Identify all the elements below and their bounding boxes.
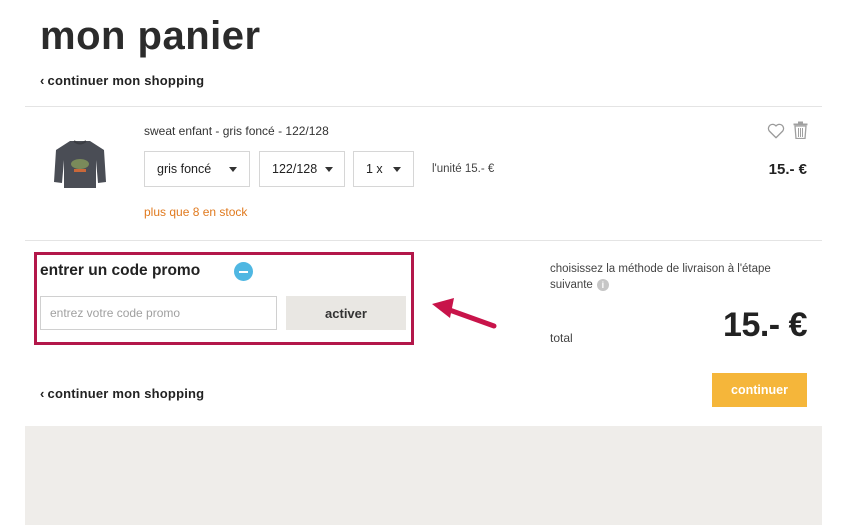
caret-down-icon: [325, 166, 334, 172]
heart-icon[interactable]: [767, 122, 785, 140]
continue-shopping-label: continuer mon shopping: [47, 386, 205, 401]
total-amount: 15.- €: [723, 306, 807, 344]
divider: [25, 106, 822, 107]
promo-code-input[interactable]: [40, 296, 277, 330]
delivery-note-text: choisissez la méthode de livraison à l'é…: [550, 263, 771, 291]
divider: [25, 240, 822, 241]
chevron-left-icon: ‹: [40, 386, 45, 401]
size-select[interactable]: 122/128: [259, 151, 345, 187]
caret-down-icon: [229, 166, 237, 172]
size-select-value: 122/128: [272, 162, 318, 176]
chevron-left-icon: ‹: [40, 73, 45, 88]
continue-shopping-link-bottom[interactable]: ‹ continuer mon shopping: [40, 386, 204, 401]
footer-panel: [25, 426, 822, 525]
promo-title: entrer un code promo: [40, 262, 201, 279]
info-icon[interactable]: i: [596, 278, 609, 291]
quantity-select[interactable]: 1 x: [353, 151, 414, 187]
annotation-arrow-icon: [432, 298, 497, 329]
continue-shopping-label: continuer mon shopping: [47, 73, 205, 88]
trash-icon[interactable]: [793, 121, 808, 139]
continue-shopping-link-top[interactable]: ‹ continuer mon shopping: [40, 73, 204, 88]
total-label: total: [550, 331, 573, 345]
page-title: mon panier: [40, 14, 261, 58]
quantity-select-value: 1 x: [366, 162, 383, 176]
color-select[interactable]: gris foncé: [144, 151, 250, 187]
delivery-note: choisissez la méthode de livraison à l'é…: [550, 261, 815, 293]
collapse-minus-icon[interactable]: [234, 262, 253, 281]
unit-price: l'unité 15.- €: [432, 163, 495, 175]
color-select-value: gris foncé: [157, 162, 212, 176]
continue-checkout-button[interactable]: continuer: [712, 373, 807, 407]
line-total: 15.- €: [768, 161, 807, 178]
product-name[interactable]: sweat enfant - gris foncé - 122/128: [144, 124, 329, 138]
product-thumbnail[interactable]: [52, 138, 108, 190]
stock-warning: plus que 8 en stock: [144, 205, 248, 219]
activate-promo-button[interactable]: activer: [286, 296, 406, 330]
caret-down-icon: [393, 166, 401, 172]
